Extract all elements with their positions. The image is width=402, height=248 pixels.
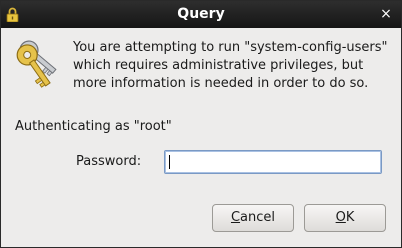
keys-icon — [16, 40, 57, 88]
authenticating-label: Authenticating as "root" — [15, 119, 172, 134]
window-title: Query — [177, 6, 225, 22]
ok-button[interactable]: OK — [304, 204, 386, 232]
message-line: You are attempting to run "system-config… — [73, 40, 388, 55]
password-field[interactable] — [164, 150, 382, 174]
ok-label: K — [345, 210, 355, 225]
message-line: more information is needed in order to d… — [73, 76, 369, 91]
info-message: You are attempting to run "system-config… — [73, 39, 393, 93]
text-cursor — [169, 155, 170, 169]
ok-mnemonic: O — [335, 210, 346, 225]
title-bar[interactable]: Query × — [1, 1, 401, 28]
close-button[interactable]: × — [377, 5, 395, 23]
cancel-label: ancel — [240, 210, 276, 225]
close-icon: × — [380, 6, 392, 22]
cancel-mnemonic: C — [230, 210, 241, 225]
query-dialog: Query × You are attempting to run "syste… — [0, 0, 402, 248]
password-label: Password: — [76, 154, 142, 169]
message-line: which requires administrative privileges… — [73, 58, 364, 73]
cancel-button[interactable]: Cancel — [212, 204, 294, 232]
